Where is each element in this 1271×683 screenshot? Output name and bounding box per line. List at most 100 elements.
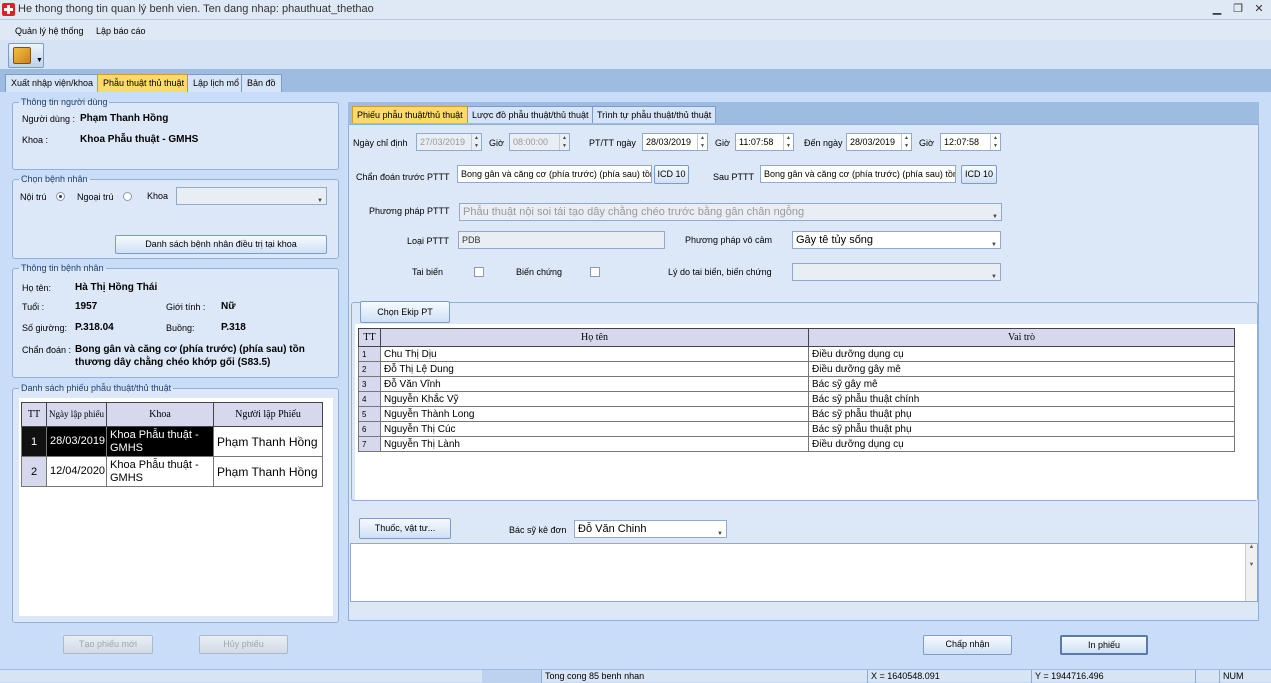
col-creator: Người lập Phiếu (213, 402, 323, 427)
choose-dept-combo[interactable]: ▼ (176, 187, 327, 205)
tab-surgery-form[interactable]: Phiếu phẫu thuật/thủ thuật (352, 106, 468, 123)
accident-label: Tai biến (412, 267, 444, 277)
tab-schedule[interactable]: Lập lịch mổ (187, 74, 246, 92)
order-time-input[interactable]: 08:00:00 ▲ ▼ (509, 133, 570, 151)
tab-surgery[interactable]: Phẫu thuật thủ thuật (97, 74, 191, 92)
chevron-down-icon: ▼ (1248, 562, 1255, 568)
gender-label: Giới tính : (166, 302, 206, 312)
cancel-form-button[interactable]: Hủy phiếu (199, 635, 288, 654)
table-row[interactable]: 1 Chu Thị Dịu Điều dưỡng dụng cụ (358, 346, 1235, 362)
complication-label: Biến chứng (516, 267, 563, 277)
tab-admission[interactable]: Xuất nhập viện/khoa (5, 74, 100, 92)
chevron-down-icon: ▼ (992, 214, 998, 220)
outpatient-radio[interactable] (123, 192, 132, 201)
status-spacer (482, 670, 542, 683)
print-button[interactable]: In phiếu (1060, 635, 1148, 655)
dept-value: Khoa Phẫu thuật - GMHS (80, 134, 199, 145)
tab-surgery-diagram[interactable]: Lược đồ phẫu thuật/thủ thuật (467, 106, 594, 123)
table-row[interactable]: 7 Nguyễn Thị Lành Điều dưỡng dụng cụ (358, 436, 1235, 452)
patient-info-legend: Thông tin bệnh nhân (21, 263, 104, 273)
patient-list-button[interactable]: Danh sách bệnh nhân điều trị tại khoa (115, 235, 327, 254)
menu-bar: Quản lý hệ thống Lập báo cáo (0, 20, 1271, 40)
bed-value: P.318.04 (75, 322, 114, 333)
diagnosis-line1: Bong gân và căng cơ (phía trước) (phía s… (75, 344, 305, 355)
main-tabstrip: Xuất nhập viện/khoa Phẫu thuật thủ thuật… (0, 70, 1271, 92)
choose-team-button[interactable]: Chọn Ekip PT (360, 301, 450, 323)
order-date-label: Ngày chỉ định (353, 138, 408, 148)
status-empty (1195, 670, 1219, 683)
window-title: He thong thong tin quan lý benh vien. Te… (18, 3, 374, 15)
dept-label: Khoa : (22, 135, 49, 145)
table-row[interactable]: 1 28/03/2019 Khoa Phẫu thuật - GMHS Phạm… (21, 426, 323, 457)
choose-dept-label: Khoa (147, 191, 169, 201)
menu-system[interactable]: Quản lý hệ thống (15, 26, 84, 36)
diagnosis-label: Chẩn đoán : (22, 345, 72, 355)
menu-reports[interactable]: Lập báo cáo (96, 26, 146, 36)
table-row[interactable]: 6 Nguyễn Thị Cúc Bác sỹ phẫu thuật phụ (358, 421, 1235, 437)
chevron-down-icon: ▼ (991, 274, 997, 280)
chevron-down-icon: ▼ (991, 242, 997, 248)
to-date-input[interactable]: 28/03/2019 ▲ ▼ (846, 133, 912, 151)
reason-combo[interactable]: ▼ (792, 263, 1001, 281)
team-table: TT Họ tên Vai trò 1 Chu Thị Dịu Điều dưỡng… (358, 328, 1235, 452)
complication-checkbox[interactable] (590, 267, 600, 277)
form-list-table: TT Ngày lập phiếu Khoa Người lập Phiếu 1… (21, 402, 323, 487)
table-row[interactable]: 4 Nguyễn Khắc Vỹ Bác sỹ phẫu thuật chính (358, 391, 1235, 407)
notes-area[interactable]: ▲ ▼ (350, 543, 1258, 602)
pre-icd-button[interactable]: ICD 10 (654, 165, 689, 184)
room-label: Buồng: (166, 323, 195, 333)
pre-diag-input[interactable]: Bong gân và căng cơ (phía trước) (phía s… (457, 165, 652, 183)
new-form-button[interactable]: Tạo phiếu mới (63, 635, 153, 654)
order-date-input[interactable]: 27/03/2019 ▲ ▼ (416, 133, 482, 151)
reason-label: Lý do tai biến, biến chứng (668, 267, 772, 277)
age-label: Tuổi : (22, 302, 45, 312)
tab-map[interactable]: Bản đồ (241, 74, 282, 92)
room-value: P.318 (221, 322, 246, 333)
pt-date-input[interactable]: 28/03/2019 ▲ ▼ (642, 133, 708, 151)
to-time-input[interactable]: 12:07:58 ▲ ▼ (940, 133, 1001, 151)
user-label: Người dùng : (22, 114, 75, 124)
anesth-combo[interactable]: Gây tê tủy sống ▼ (792, 231, 1001, 249)
choose-patient-legend: Chọn bệnh nhân (21, 174, 88, 184)
method-combo[interactable]: Phẫu thuật nội soi tái tạo dây chằng ché… (459, 203, 1002, 221)
tab-surgery-sequence[interactable]: Trình tự phẫu thuật/thủ thuật (592, 106, 717, 123)
table-row[interactable]: 2 12/04/2020 Khoa Phẫu thuật - GMHS Phạm… (21, 456, 323, 487)
pt-time-input[interactable]: 11:07:58 ▲ ▼ (735, 133, 794, 151)
medicine-button[interactable]: Thuốc, vật tư... (359, 518, 451, 539)
post-icd-button[interactable]: ICD 10 (961, 165, 997, 184)
tools-button[interactable]: ▼ (8, 43, 44, 68)
spinner-icon: ▲ ▼ (901, 134, 911, 150)
age-value: 1957 (75, 301, 98, 312)
type-input[interactable]: PDB (458, 231, 665, 249)
user-value: Phạm Thanh Hồng (80, 113, 169, 124)
minimize-button[interactable]: ▁ (1209, 2, 1225, 16)
status-bar: Tong cong 85 benh nhan X = 1640548.091 Y… (0, 669, 1271, 683)
patient-name-label: Họ tên: (22, 283, 52, 293)
table-row[interactable]: 3 Đỗ Văn Vĩnh Bác sỹ gây mê (358, 376, 1235, 392)
spinner-icon: ▲ ▼ (471, 134, 481, 150)
post-diag-input[interactable]: Bong gân và căng cơ (phía trước) (phía s… (760, 165, 956, 183)
accept-button[interactable]: Chấp nhận (923, 635, 1012, 655)
doctor-label: Bác sỹ kê đơn (509, 525, 567, 535)
diagnosis-line2: thương dây chằng chéo khớp gối (S83.5) (75, 357, 271, 368)
close-button[interactable]: ✕ (1251, 2, 1267, 16)
table-row[interactable]: 2 Đỗ Thị Lệ Dung Điều dưỡng gây mê (358, 361, 1235, 377)
inpatient-radio[interactable] (56, 192, 65, 201)
user-info-legend: Thông tin người dùng (21, 97, 108, 107)
table-row[interactable]: 5 Nguyễn Thành Long Bác sỹ phẫu thuật phụ (358, 406, 1235, 422)
toolbar: ▼ (0, 40, 1271, 70)
col-date: Ngày lập phiếu (46, 402, 107, 427)
scrollbar[interactable]: ▲ ▼ (1245, 544, 1257, 601)
to-date-label: Đến ngày (804, 138, 843, 148)
bed-label: Số giường: (22, 323, 67, 333)
doctor-combo[interactable]: Đỗ Văn Chinh ▼ (574, 520, 727, 538)
accident-checkbox[interactable] (474, 267, 484, 277)
status-num: NUM (1219, 670, 1249, 683)
chevron-down-icon: ▼ (717, 531, 723, 537)
spinner-icon: ▲ ▼ (990, 134, 1000, 150)
restore-button[interactable]: ❐ (1230, 2, 1246, 16)
spinner-icon: ▲ ▼ (559, 134, 569, 150)
spinner-icon: ▲ ▼ (697, 134, 707, 150)
hospital-icon (2, 3, 15, 16)
pt-time-label: Giờ (715, 138, 730, 148)
